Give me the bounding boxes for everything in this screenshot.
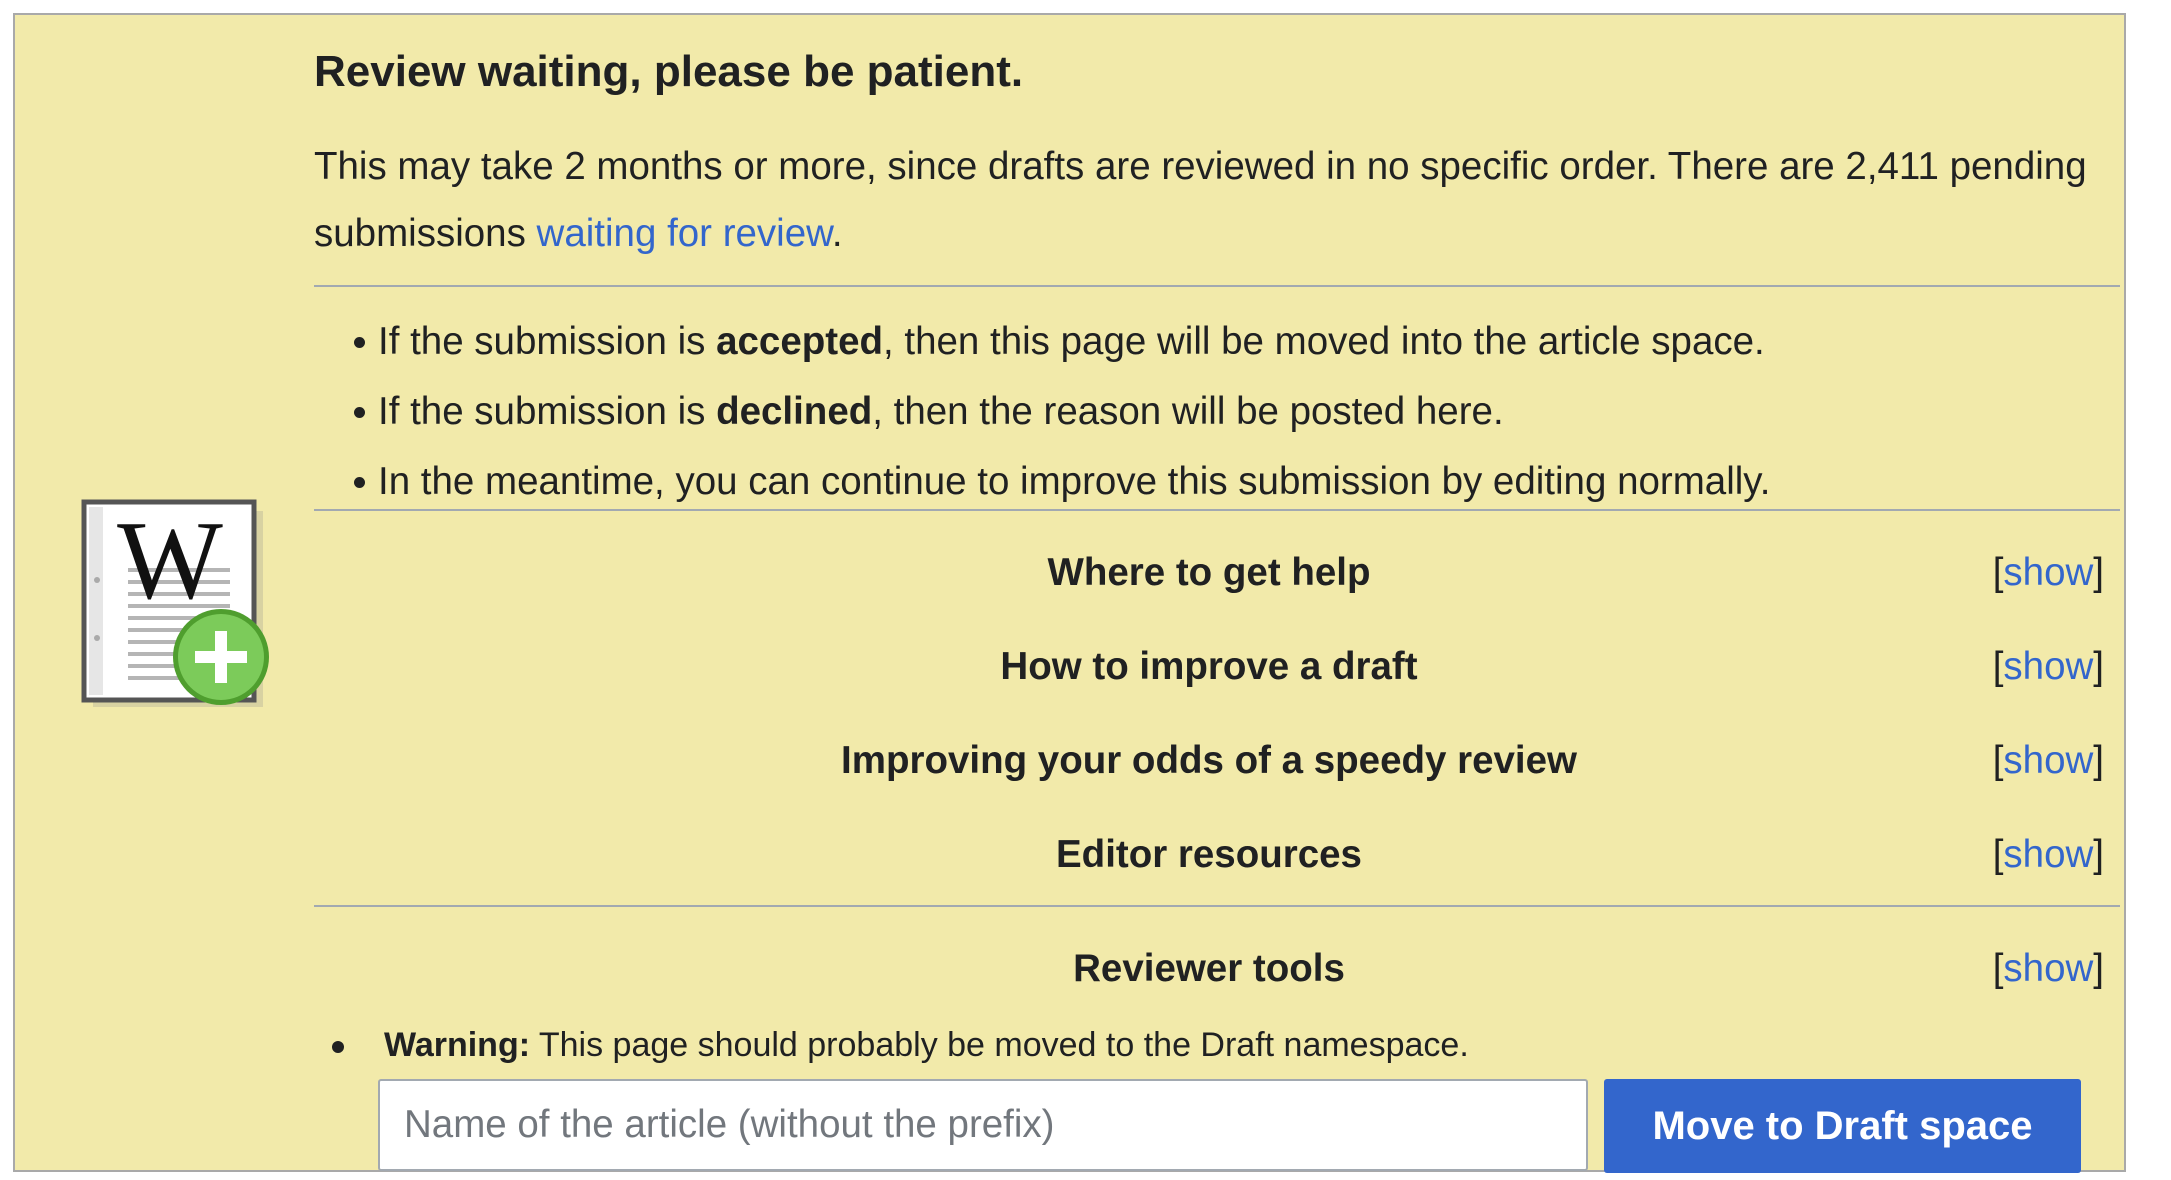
divider: [314, 905, 2120, 907]
intro-text-end: .: [831, 212, 843, 255]
list-item: If the submission is accepted, then this…: [354, 311, 1770, 381]
bullet-icon: [354, 337, 365, 348]
afc-submission-box: W Review waiting, please be patient. Thi…: [13, 13, 2126, 1173]
show-link[interactable]: show: [2003, 645, 2093, 688]
show-link[interactable]: show: [2003, 551, 2093, 594]
intro-paragraph: This may take 2 months or more, since dr…: [314, 133, 2124, 267]
section-title: Where to get help: [1047, 551, 1371, 594]
warning-text: This page should probably be moved to th…: [530, 1026, 1469, 1064]
section-title: How to improve a draft: [1000, 645, 1418, 688]
submission-info-list: If the submission is accepted, then this…: [354, 311, 1770, 521]
svg-text:W: W: [117, 499, 223, 623]
section-title: Improving your odds of a speedy review: [841, 739, 1577, 782]
section-toggle: [show]: [1992, 947, 2104, 990]
bullet-icon: [332, 1041, 344, 1053]
wikipedia-add-page-icon: W: [81, 499, 269, 707]
list-item: If the submission is declined, then the …: [354, 381, 1770, 451]
show-link[interactable]: show: [2003, 739, 2093, 782]
show-link[interactable]: show: [2003, 947, 2093, 990]
section-toggle: [show]: [1992, 645, 2104, 688]
move-to-draft-button[interactable]: Move to Draft space: [1604, 1079, 2081, 1173]
divider: [314, 285, 2120, 287]
divider: [314, 509, 2120, 511]
show-link[interactable]: show: [2003, 833, 2093, 876]
section-title: Editor resources: [1056, 833, 1362, 876]
section-title: Reviewer tools: [1073, 947, 1345, 990]
section-toggle: [show]: [1992, 739, 2104, 782]
page-title: Review waiting, please be patient.: [314, 47, 1024, 96]
bullet-icon: [354, 407, 365, 418]
section-toggle: [show]: [1992, 833, 2104, 876]
section-editor-resources: Editor resources [show]: [314, 825, 2104, 885]
section-toggle: [show]: [1992, 551, 2104, 594]
section-how-to-improve: How to improve a draft [show]: [314, 637, 2104, 697]
article-name-input[interactable]: [378, 1079, 1588, 1171]
section-reviewer-tools: Reviewer tools [show]: [314, 939, 2104, 999]
warning-label: Warning:: [384, 1026, 531, 1064]
section-speedy-review: Improving your odds of a speedy review […: [314, 731, 2104, 791]
waiting-for-review-link[interactable]: waiting for review: [537, 212, 832, 255]
section-where-to-get-help: Where to get help [show]: [314, 543, 2105, 603]
bullet-icon: [354, 477, 365, 488]
